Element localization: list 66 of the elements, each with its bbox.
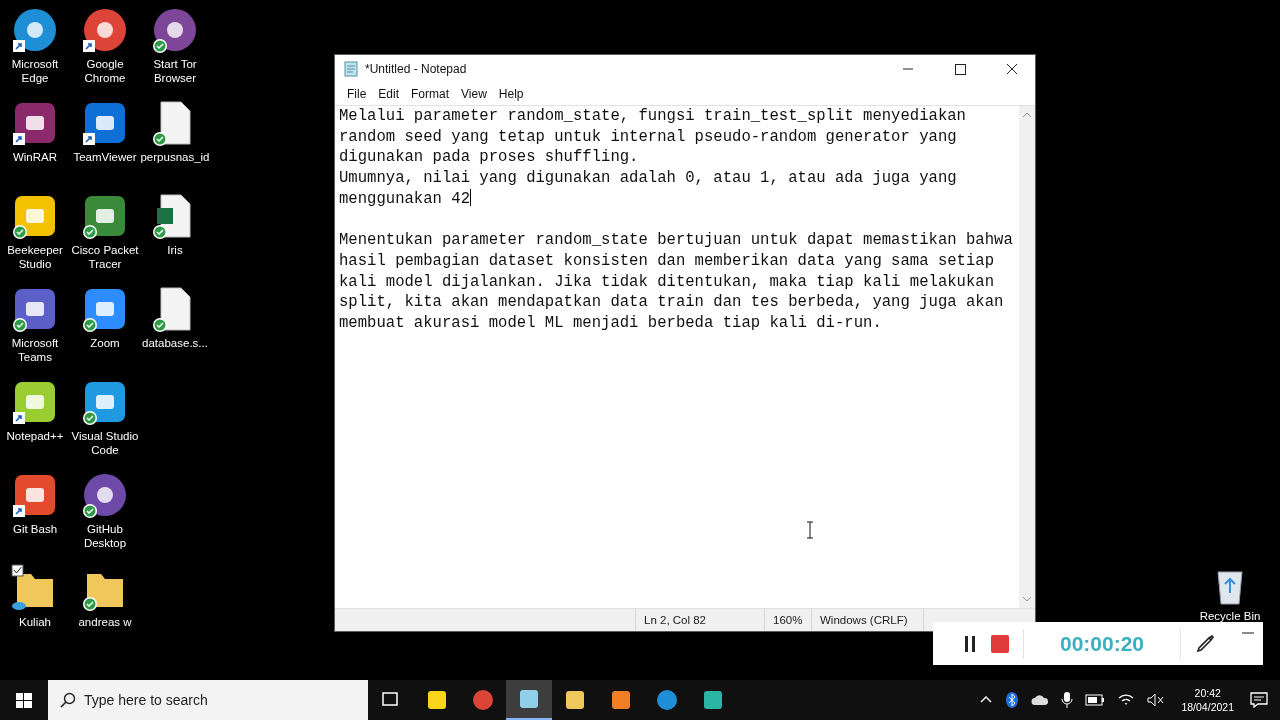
- menu-item[interactable]: View: [455, 87, 493, 101]
- icon-label: Microsoft Edge: [10, 57, 60, 85]
- menu-item[interactable]: Format: [405, 87, 456, 101]
- text-cursor-icon: [806, 521, 814, 539]
- icon-label: perpusnas_id: [139, 150, 211, 164]
- line-endings: Windows (CRLF): [811, 609, 923, 631]
- app-icon[interactable]: [11, 6, 59, 54]
- icon-label: Iris: [166, 243, 184, 257]
- icon-label: GitHub Desktop: [82, 522, 128, 550]
- clock-date[interactable]: 18/04/2021: [1181, 700, 1234, 714]
- text-line: membuat akurasi model ML menjadi berbeda tiap kali di-run.: [339, 314, 882, 332]
- stop-button[interactable]: [991, 634, 1009, 653]
- notepad-icon: [343, 61, 359, 77]
- text-line: kali model dijalankan. Jika tidak ditentukan, maka tiap kali melakukan: [339, 272, 995, 291]
- recording-timer: 00:00:20: [1058, 631, 1146, 656]
- text-line: Umumnya, nilai yang digunakan adalah 0, atau 1, atau ada juga yang: [339, 169, 957, 188]
- menu-item[interactable]: File: [341, 87, 373, 101]
- cursor-position: Ln 2, Col 82: [635, 609, 764, 631]
- icon-label: Recycle Bin: [1198, 609, 1262, 623]
- muted-speaker-icon[interactable]: [1147, 693, 1166, 707]
- app-icon: [472, 689, 494, 711]
- app-icon[interactable]: [151, 6, 199, 54]
- menu-item[interactable]: Help: [492, 87, 530, 101]
- icon-label: Notepad++: [5, 429, 65, 443]
- cloud-icon[interactable]: [1031, 694, 1050, 706]
- icon-label: Kuliah: [18, 615, 52, 629]
- clock-time[interactable]: 20:42: [1194, 686, 1221, 700]
- app-icon: [518, 688, 540, 710]
- search-field[interactable]: Type here to search: [48, 680, 368, 720]
- text-line: split, kita akan mendapatkan data train dan tes berbeda, yang juga akan: [339, 293, 1004, 312]
- icon-label: Microsoft Teams: [10, 336, 60, 364]
- icon-label: Cisco Packet Tracer: [70, 243, 140, 271]
- app-icon: [656, 689, 678, 711]
- zoom-level: 160%: [764, 609, 811, 631]
- pen-icon[interactable]: [1195, 633, 1215, 654]
- notifications-icon[interactable]: [1250, 692, 1268, 708]
- text-line: menggunakan 42: [339, 189, 470, 208]
- icon-label: Zoom: [89, 336, 121, 350]
- icon-label: Beekeeper Studio: [6, 243, 64, 271]
- text-line: Menentukan parameter random_state bertujuan untuk dapat memastikan bahwa: [339, 231, 1013, 250]
- app-icon: [610, 689, 632, 711]
- icon-label: Google Chrome: [83, 57, 127, 85]
- pause-button[interactable]: [963, 633, 977, 654]
- icon-label: WinRAR: [11, 150, 59, 164]
- icon-label: database.s...: [141, 336, 209, 350]
- icon-label: TeamViewer: [72, 150, 138, 164]
- taskbar-app[interactable]: [506, 680, 552, 720]
- icon-label: andreas w: [77, 615, 133, 629]
- battery-icon[interactable]: [1085, 694, 1106, 706]
- text-line: hasil pembagian dataset konsisten dan memberikan data yang sama setiap: [339, 251, 995, 270]
- bluetooth-icon[interactable]: [1005, 692, 1020, 708]
- text-line: random seed yang tetap untuk internal pseudo-random generator yang: [339, 127, 957, 146]
- text-line: Melalui parameter random_state, fungsi train_test_split menyediakan: [339, 107, 966, 125]
- icon-label: Git Bash: [11, 522, 59, 536]
- icon-label: Visual Studio Code: [70, 429, 140, 457]
- app-icon[interactable]: [81, 471, 129, 519]
- app-icon: [702, 689, 724, 711]
- icon-label: Start Tor Browser: [152, 57, 198, 85]
- window-title: *Untitled - Notepad: [365, 62, 467, 76]
- menu-item[interactable]: Edit: [372, 87, 406, 101]
- text-line: digunakan pada proses shuffling.: [339, 148, 639, 167]
- app-icon: [426, 689, 448, 711]
- app-icon: [564, 689, 586, 711]
- search-icon: [60, 692, 76, 708]
- microphone-icon[interactable]: [1061, 692, 1074, 708]
- app-icon[interactable]: [81, 6, 129, 54]
